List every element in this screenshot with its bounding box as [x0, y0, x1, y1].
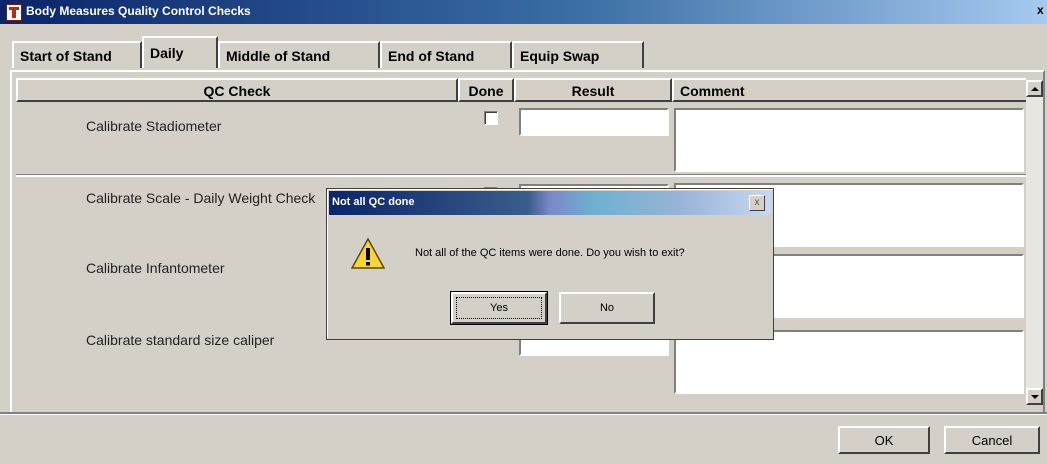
tab-end-of-stand[interactable]: End of Stand [380, 41, 512, 68]
header-qc-check[interactable]: QC Check [16, 78, 458, 102]
dialog-title: Not all QC done [332, 196, 415, 208]
window-close-button[interactable]: x [1037, 3, 1047, 19]
row-label: Calibrate Stadiometer [86, 118, 222, 134]
comment-input[interactable] [674, 108, 1024, 172]
header-result[interactable]: Result [514, 78, 672, 102]
result-input[interactable] [519, 108, 669, 136]
cancel-button[interactable]: Cancel [944, 426, 1040, 454]
focus-rectangle [456, 297, 542, 319]
dialog-message: Not all of the QC items were done. Do yo… [415, 247, 685, 259]
result-input[interactable] [519, 338, 669, 356]
footer-divider [0, 412, 1047, 415]
scroll-up-button[interactable] [1026, 80, 1043, 97]
dialog-close-button[interactable]: x [749, 195, 765, 211]
window-title: Body Measures Quality Control Checks [26, 4, 251, 18]
table-row: Calibrate Stadiometer [16, 102, 1026, 174]
tab-middle-of-stand[interactable]: Middle of Stand [218, 41, 380, 68]
tab-start-of-stand[interactable]: Start of Stand [12, 41, 142, 68]
yes-button[interactable]: Yes [450, 291, 548, 325]
row-label: Calibrate standard size caliper [86, 332, 275, 348]
window-titlebar: Body Measures Quality Control Checks x [0, 0, 1047, 24]
header-comment[interactable]: Comment [672, 78, 1026, 102]
header-done[interactable]: Done [458, 78, 514, 102]
tab-equip-swap[interactable]: Equip Swap [512, 41, 644, 68]
arrow-down-icon [1031, 395, 1039, 399]
done-checkbox[interactable] [484, 111, 498, 125]
warning-icon [351, 237, 385, 269]
row-label: Calibrate Scale - Daily Weight Check [86, 190, 316, 206]
row-label: Calibrate Infantometer [86, 260, 225, 276]
tab-daily[interactable]: Daily [142, 36, 218, 68]
app-icon [6, 4, 22, 21]
arrow-up-icon [1031, 87, 1039, 91]
scroll-down-button[interactable] [1026, 388, 1043, 405]
ok-button[interactable]: OK [838, 426, 930, 454]
no-button[interactable]: No [559, 292, 655, 324]
row-divider [16, 174, 1026, 177]
vertical-scrollbar[interactable] [1026, 80, 1043, 405]
confirm-dialog: Not all QC done x Not all of the QC item… [326, 188, 774, 340]
dialog-titlebar: Not all QC done x [329, 191, 771, 215]
